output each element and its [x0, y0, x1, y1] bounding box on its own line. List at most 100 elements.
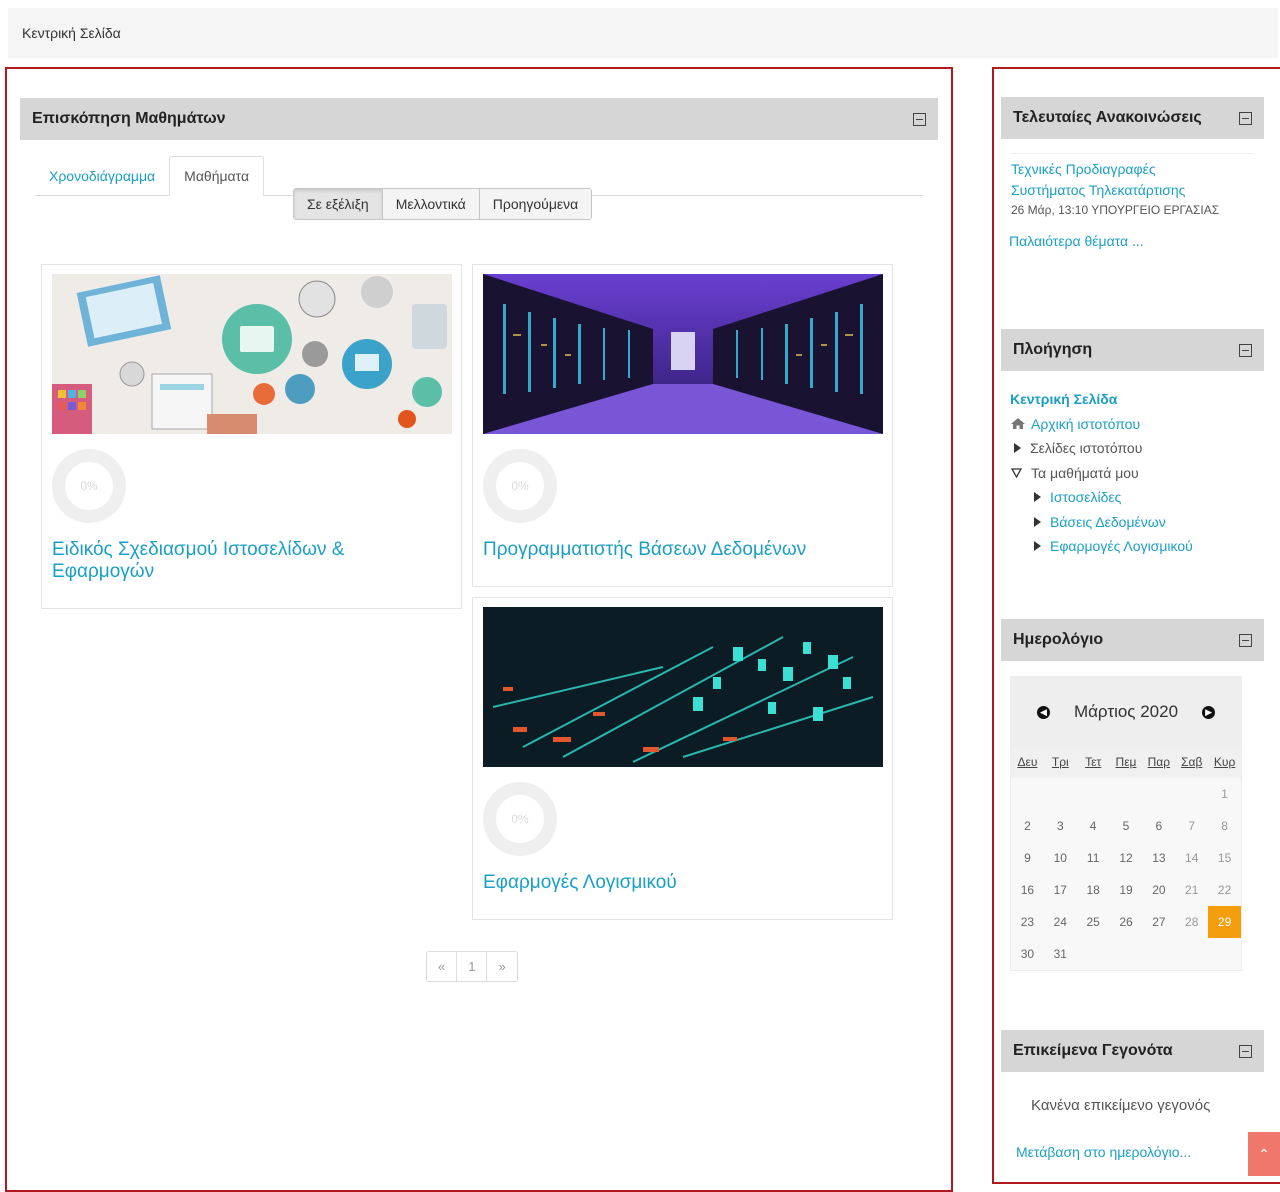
nav-my-courses-label[interactable]: Τα μαθήματά μου [1031, 465, 1139, 481]
course-overview-header: Επισκόπηση Μαθημάτων [20, 98, 938, 140]
calendar-day[interactable]: 23 [1011, 906, 1044, 938]
expand-icon [1034, 541, 1041, 552]
calendar-day[interactable]: 3 [1044, 810, 1077, 842]
calendar-empty-cell [1077, 778, 1110, 810]
course-overview-block: Επισκόπηση Μαθημάτων Χρονοδιάγραμμα Μαθή… [20, 98, 938, 196]
pagination-page-button[interactable]: 1 [457, 952, 488, 981]
calendar-day[interactable]: 6 [1142, 810, 1175, 842]
pagination-next-button[interactable]: » [487, 952, 516, 981]
calendar-day[interactable]: 26 [1110, 906, 1143, 938]
calendar-day[interactable]: 22 [1208, 874, 1241, 906]
collapse-icon[interactable] [1239, 343, 1252, 357]
calendar-day[interactable]: 31 [1044, 938, 1077, 970]
filter-future-button[interactable]: Μελλοντικά [382, 189, 480, 219]
announcement-link[interactable]: Τεχνικές Προδιαγραφές Συστήματος Τηλεκατ… [1011, 159, 1216, 201]
calendar-day[interactable]: 10 [1044, 842, 1077, 874]
arrow-right-circle-icon[interactable]: ▶ [1202, 705, 1216, 719]
goto-calendar-link[interactable]: Μετάβαση στο ημερολόγιο... [1016, 1142, 1264, 1163]
course-overview-title: Επισκόπηση Μαθημάτων [32, 110, 226, 127]
upcoming-events-header: Επικείμενα Γεγονότα [1001, 1030, 1264, 1072]
collapse-icon[interactable] [913, 112, 926, 126]
nav-course-label[interactable]: Εφαρμογές Λογισμικού [1050, 538, 1193, 554]
nav-site-pages-label[interactable]: Σελίδες ιστοτόπου [1030, 440, 1142, 456]
calendar-grid: 1 2 3 4 5 6 7 8 9 10 11 12 13 14 15 16 17 18 19 20 21 22 23 24 2… [1011, 778, 1242, 970]
calendar-day[interactable]: 16 [1011, 874, 1044, 906]
tab-courses[interactable]: Μαθήματα [169, 156, 265, 196]
course-image[interactable] [52, 274, 452, 434]
course-name-link[interactable]: Εφαρμογές Λογισμικού [483, 872, 878, 894]
expand-icon [1034, 492, 1041, 503]
scroll-to-top-button[interactable]: ⌃ [1248, 1132, 1280, 1176]
calendar-month: Μάρτιος 2020 [1073, 702, 1179, 721]
collapse-icon[interactable] [1239, 633, 1252, 647]
nav-course-label[interactable]: Βάσεις Δεδομένων [1050, 514, 1166, 530]
calendar-week-row: 23 24 25 26 27 28 29 [1011, 906, 1242, 938]
calendar-day[interactable]: 29 [1208, 906, 1242, 938]
calendar-title: Ημερολόγιο [1013, 631, 1104, 648]
course-name-link[interactable]: Ειδικός Σχεδιασμού Ιστοσελίδων & Εφαρμογ… [52, 539, 447, 583]
calendar-day[interactable]: 5 [1110, 810, 1143, 842]
calendar-day[interactable]: 28 [1175, 906, 1208, 938]
nav-item-home[interactable]: Κεντρική Σελίδα [1010, 387, 1264, 412]
calendar-week-row: 16 17 18 19 20 21 22 [1011, 874, 1241, 906]
nav-item-course[interactable]: Ιστοσελίδες [1010, 485, 1264, 510]
calendar-day[interactable]: 2 [1011, 810, 1044, 842]
calendar-empty-cell [1110, 778, 1143, 810]
nav-item-my-courses[interactable]: Τα μαθήματά μου [1010, 461, 1264, 486]
weekday-label: Παρ [1147, 755, 1171, 769]
calendar-empty-cell [1077, 938, 1110, 970]
collapse-icon[interactable] [1239, 111, 1252, 125]
nav-item-course[interactable]: Βάσεις Δεδομένων [1010, 510, 1264, 535]
breadcrumb-home[interactable]: Κεντρική Σελίδα [22, 25, 121, 41]
calendar-day[interactable]: 7 [1175, 810, 1208, 842]
course-image[interactable] [483, 274, 883, 434]
announcements-title: Τελευταίες Ανακοινώσεις [1013, 109, 1202, 126]
calendar-empty-cell [1142, 938, 1175, 970]
calendar-day[interactable]: 27 [1142, 906, 1175, 938]
calendar-day[interactable]: 20 [1142, 874, 1175, 906]
calendar-header: Ημερολόγιο [1001, 619, 1264, 661]
filter-in-progress-button[interactable]: Σε εξέλιξη [294, 189, 383, 219]
calendar-day[interactable]: 12 [1110, 842, 1143, 874]
course-card[interactable]: 0% Προγραμματιστής Βάσεων Δεδομένων [472, 264, 893, 587]
calendar-day[interactable]: 13 [1142, 842, 1175, 874]
calendar-day[interactable]: 30 [1011, 938, 1044, 970]
calendar-day[interactable]: 24 [1044, 906, 1077, 938]
course-name-link[interactable]: Προγραμματιστής Βάσεων Δεδομένων [483, 539, 878, 561]
calendar-day[interactable]: 9 [1011, 842, 1044, 874]
calendar-empty-cell [1175, 938, 1208, 970]
nav-course-label[interactable]: Ιστοσελίδες [1050, 489, 1121, 505]
calendar-day[interactable]: 18 [1077, 874, 1110, 906]
weekday-label: Τρι [1051, 755, 1069, 769]
tab-timeline[interactable]: Χρονοδιάγραμμα [35, 157, 169, 195]
nav-item-course[interactable]: Εφαρμογές Λογισμικού [1010, 534, 1264, 559]
calendar-day[interactable]: 17 [1044, 874, 1077, 906]
older-topics-link[interactable]: Παλαιότερα θέματα ... [1009, 231, 1254, 252]
arrow-left-circle-icon[interactable]: ◀ [1036, 705, 1050, 719]
calendar-day[interactable]: 11 [1077, 842, 1110, 874]
course-progress: 0% [483, 449, 557, 523]
filter-past-button[interactable]: Προηγούμενα [479, 189, 592, 219]
upcoming-events-block: Επικείμενα Γεγονότα Κανένα επικείμενο γε… [1001, 1030, 1264, 1163]
calendar-day[interactable]: 25 [1077, 906, 1110, 938]
announcements-block: Τελευταίες Ανακοινώσεις Τεχνικές Προδιαγ… [1001, 97, 1264, 252]
calendar-week-row: 1 [1011, 778, 1241, 810]
calendar-day[interactable]: 19 [1110, 874, 1143, 906]
nav-item-site-home[interactable]: Αρχική ιστοτόπου [1010, 412, 1264, 437]
nav-site-home-label[interactable]: Αρχική ιστοτόπου [1031, 416, 1140, 432]
course-filter-group: Σε εξέλιξη Μελλοντικά Προηγούμενα [293, 188, 593, 220]
calendar-day[interactable]: 8 [1208, 810, 1241, 842]
nav-home-label[interactable]: Κεντρική Σελίδα [1010, 391, 1117, 407]
calendar-empty-cell [1044, 778, 1077, 810]
calendar-day[interactable]: 1 [1208, 778, 1241, 810]
course-image[interactable] [483, 607, 883, 767]
nav-item-site-pages[interactable]: Σελίδες ιστοτόπου [1010, 436, 1264, 461]
calendar-day[interactable]: 15 [1208, 842, 1241, 874]
calendar-day[interactable]: 14 [1175, 842, 1208, 874]
course-card[interactable]: 0% Εφαρμογές Λογισμικού [472, 597, 893, 920]
pagination-prev-button[interactable]: « [427, 952, 458, 981]
course-card[interactable]: 0% Ειδικός Σχεδιασμού Ιστοσελίδων & Εφαρ… [41, 264, 462, 609]
calendar-day[interactable]: 4 [1077, 810, 1110, 842]
calendar-day[interactable]: 21 [1175, 874, 1208, 906]
collapse-icon[interactable] [1239, 1044, 1252, 1058]
